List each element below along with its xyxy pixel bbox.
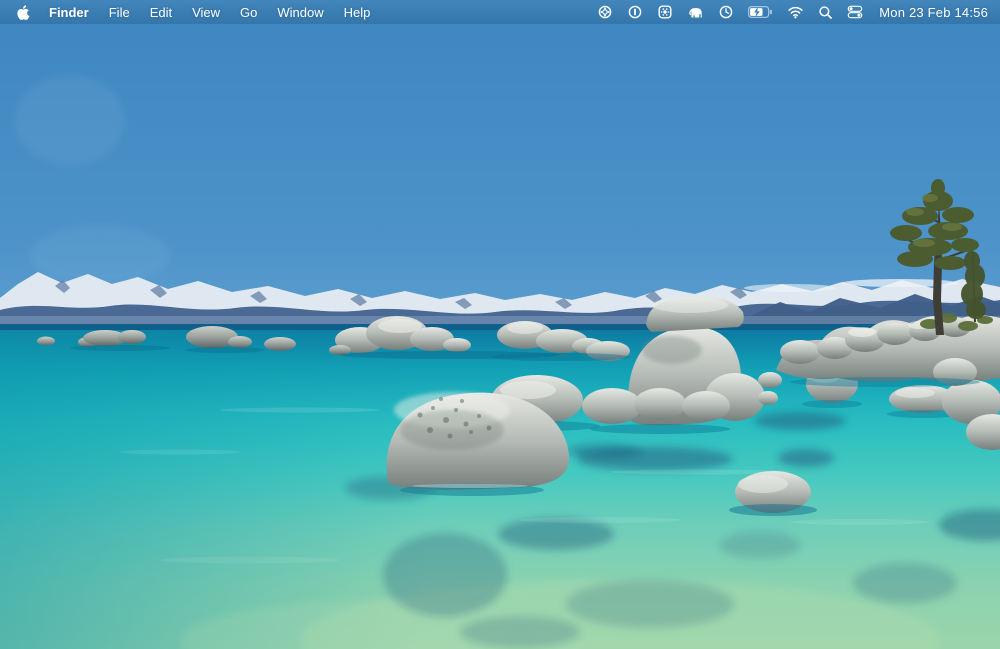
knot-ring-menu-extra-icon[interactable] [590, 4, 620, 20]
menu-window[interactable]: Window [267, 5, 333, 20]
apple-logo-icon [15, 4, 30, 21]
spotlight-search-icon[interactable] [811, 5, 840, 20]
time-machine-clock-menu-extra-icon[interactable] [711, 4, 741, 20]
menu-view[interactable]: View [182, 5, 230, 20]
battery-charging-icon[interactable] [741, 6, 780, 18]
menu-edit[interactable]: Edit [140, 5, 182, 20]
status-menu-extras: Mon 23 Feb 14:56 [590, 4, 990, 20]
gear-square-menu-extra-icon[interactable] [650, 4, 680, 20]
keyhole-circle-menu-extra-icon[interactable] [620, 4, 650, 20]
elephant-menu-extra-icon[interactable] [680, 4, 711, 20]
desktop[interactable]: Finder File Edit View Go Window Help [0, 0, 1000, 649]
wallpaper-image [0, 0, 1000, 649]
menu-help[interactable]: Help [334, 5, 381, 20]
app-menu-finder[interactable]: Finder [39, 5, 99, 20]
apple-menu[interactable] [10, 4, 39, 21]
menu-bar: Finder File Edit View Go Window Help [0, 0, 1000, 24]
app-menus: Finder File Edit View Go Window Help [39, 5, 380, 20]
menu-go[interactable]: Go [230, 5, 267, 20]
control-center-icon[interactable] [840, 4, 870, 20]
menu-file[interactable]: File [99, 5, 140, 20]
wifi-icon[interactable] [780, 5, 811, 19]
menu-bar-clock[interactable]: Mon 23 Feb 14:56 [870, 5, 990, 20]
